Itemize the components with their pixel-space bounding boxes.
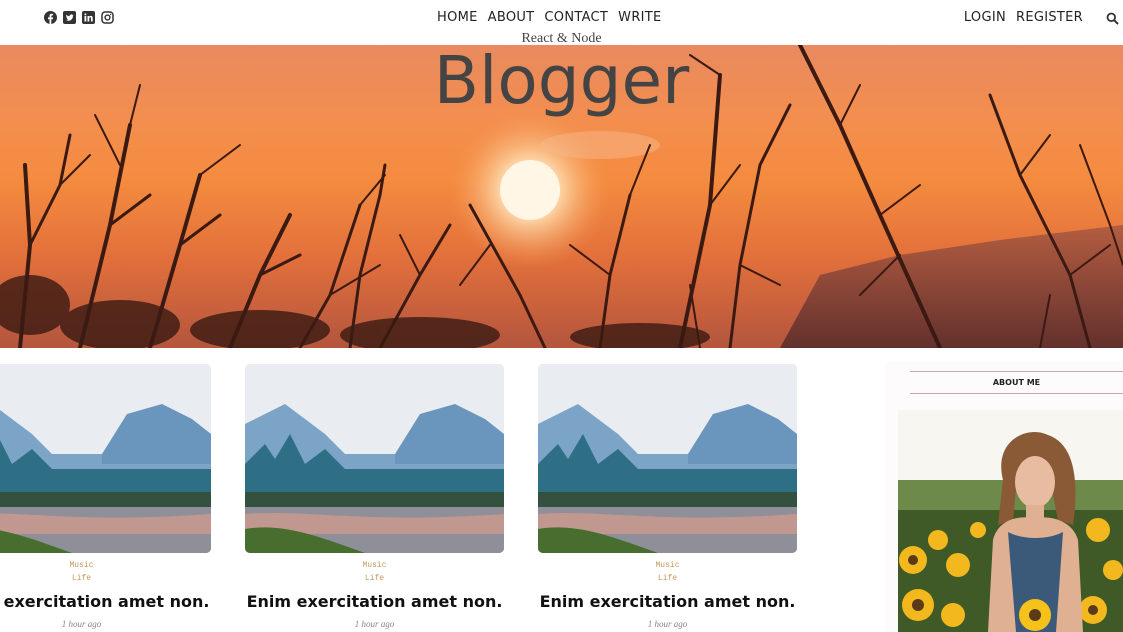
category-music[interactable]: Music — [245, 559, 504, 572]
instagram-icon[interactable] — [101, 9, 114, 24]
main-menu: HOME ABOUT CONTACT WRITE — [437, 10, 662, 25]
twitter-icon[interactable] — [63, 9, 76, 24]
post-title[interactable]: Enim exercitation amet non. — [245, 592, 504, 611]
register-link[interactable]: REGISTER — [1016, 10, 1083, 25]
social-links — [44, 9, 114, 24]
post-image[interactable] — [0, 364, 211, 553]
about-me-photo — [898, 410, 1123, 632]
post-card[interactable]: Music Life Enim exercitation amet non. 1… — [245, 364, 504, 629]
post-image[interactable] — [245, 364, 504, 553]
about-me-heading: ABOUT ME — [910, 371, 1123, 394]
post-categories: Music Life — [0, 559, 211, 585]
category-life[interactable]: Life — [538, 572, 797, 585]
nav-about-link[interactable]: ABOUT — [488, 10, 535, 25]
auth-links: LOGIN REGISTER — [964, 10, 1083, 25]
post-categories: Music Life — [245, 559, 504, 585]
category-music[interactable]: Music — [538, 559, 797, 572]
login-link[interactable]: LOGIN — [964, 10, 1006, 25]
post-date: 1 hour ago — [61, 619, 102, 629]
post-date: 1 hour ago — [647, 619, 688, 629]
nav-home-link[interactable]: HOME — [437, 10, 478, 25]
post-card[interactable]: Music Life Enim exercitation amet non. 1… — [538, 364, 797, 629]
category-music[interactable]: Music — [0, 559, 211, 572]
search-icon[interactable] — [1106, 10, 1119, 25]
facebook-icon[interactable] — [44, 9, 57, 24]
post-title[interactable]: Enim exercitation amet non. — [538, 592, 797, 611]
category-life[interactable]: Life — [245, 572, 504, 585]
linkedin-icon[interactable] — [82, 9, 95, 24]
post-card[interactable]: Music Life Enim exercitation amet non. 1… — [0, 364, 211, 629]
post-image[interactable] — [538, 364, 797, 553]
header-title: Blogger — [433, 42, 690, 119]
post-date: 1 hour ago — [354, 619, 395, 629]
nav-write-link[interactable]: WRITE — [618, 10, 661, 25]
category-life[interactable]: Life — [0, 572, 211, 585]
post-categories: Music Life — [538, 559, 797, 585]
top-nav: HOME ABOUT CONTACT WRITE LOGIN REGISTER — [0, 0, 1123, 34]
sidebar: ABOUT ME — [885, 362, 1123, 632]
post-title[interactable]: Enim exercitation amet non. — [0, 592, 211, 611]
nav-contact-link[interactable]: CONTACT — [544, 10, 608, 25]
